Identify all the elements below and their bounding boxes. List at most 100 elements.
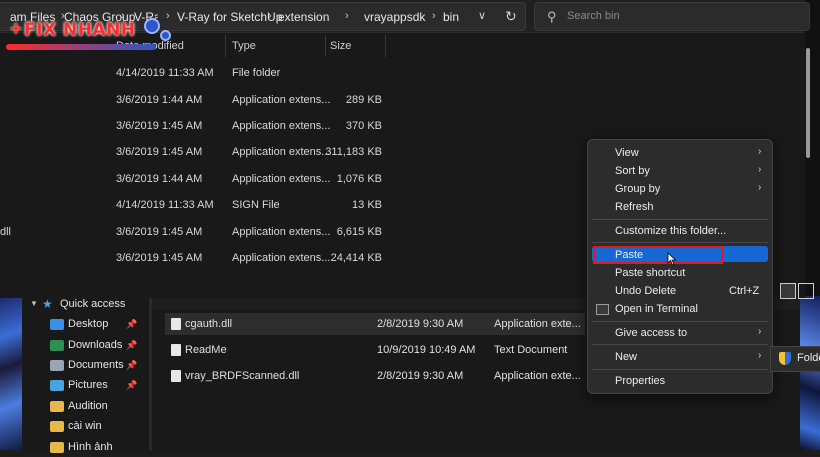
file-date: 2/8/2019 9:30 AM — [377, 370, 464, 382]
search-box[interactable]: ⚲ Search bin — [534, 2, 810, 31]
annotation-box — [593, 246, 723, 264]
file-type: File folder — [232, 67, 281, 79]
column-header-type[interactable]: Type — [232, 35, 256, 57]
file-row[interactable]: 4/14/2019 11:33 AM File folder — [0, 60, 800, 86]
chevron-down-icon[interactable]: ∨ — [478, 9, 486, 22]
quick-access-label: Quick access — [60, 298, 126, 310]
downloads-icon — [50, 340, 64, 351]
file-type: SIGN File — [232, 199, 280, 211]
file-date: 3/6/2019 1:44 AM — [116, 173, 203, 185]
file-type: Application exte... — [494, 370, 581, 382]
file-size: 311,183 KB — [325, 146, 382, 158]
sidebar-item-cai-win[interactable]: cài win — [22, 416, 148, 436]
column-divider[interactable] — [225, 35, 226, 57]
new-submenu: Folder — [770, 346, 820, 372]
file-row[interactable]: cgauth.dll 2/8/2019 9:30 AM Application … — [165, 313, 585, 335]
file-type: Application extens... — [232, 226, 331, 238]
file-date: 2/8/2019 9:30 AM — [377, 318, 464, 330]
search-icon: ⚲ — [547, 9, 557, 24]
sidebar-item-documents[interactable]: Documents 📌 — [22, 355, 148, 375]
menu-item-properties[interactable]: Properties — [615, 375, 665, 387]
file-size: 1,076 KB — [336, 173, 382, 185]
chevron-down-icon[interactable]: ▼ — [30, 294, 38, 314]
file-date: 4/14/2019 11:33 AM — [116, 199, 214, 211]
mouse-cursor-icon — [667, 252, 677, 266]
sidebar-item-label: Audition — [68, 400, 108, 412]
breadcrumb-item[interactable]: bin — [443, 10, 459, 24]
folder-icon — [50, 442, 64, 453]
pane-divider[interactable] — [149, 298, 152, 450]
menu-separator — [592, 219, 768, 220]
sidebar-item-hinh-anh[interactable]: Hình ảnh — [22, 437, 148, 457]
column-divider[interactable] — [385, 35, 386, 57]
sidebar-item-label: cài win — [68, 420, 102, 432]
folder-icon — [50, 421, 64, 432]
menu-item-new[interactable]: New — [615, 351, 637, 363]
chevron-right-icon: › — [758, 182, 762, 193]
file-name: dll — [0, 226, 12, 238]
file-row[interactable]: 3/6/2019 1:45 AM Application extens... 3… — [0, 113, 800, 139]
swoosh-decoration — [6, 44, 156, 50]
documents-icon — [50, 360, 64, 371]
menu-item-customize[interactable]: Customize this folder... — [615, 225, 726, 237]
file-type: Application extens... — [232, 120, 331, 132]
sidebar-item-downloads[interactable]: Downloads 📌 — [22, 335, 148, 355]
refresh-icon[interactable]: ↻ — [505, 8, 517, 25]
sidebar-item-label: Hình ảnh — [68, 441, 113, 453]
breadcrumb-item[interactable]: V-Ray for SketchUp — [177, 10, 282, 24]
breadcrumb-item[interactable]: vrayappsdk — [364, 10, 425, 24]
watermark-logo: + FIX NHANH — [4, 14, 174, 58]
file-row[interactable]: ReadMe 10/9/2019 10:49 AM Text Document — [165, 339, 585, 361]
sidebar-item-desktop[interactable]: Desktop 📌 — [22, 314, 148, 334]
menu-item-paste-shortcut[interactable]: Paste shortcut — [615, 267, 685, 279]
file-date: 4/14/2019 11:33 AM — [116, 67, 214, 79]
file-date: 3/6/2019 1:45 AM — [116, 146, 203, 158]
sidebar-item-audition[interactable]: Audition — [22, 396, 148, 416]
details-view-icon[interactable] — [780, 283, 796, 299]
column-header-size[interactable]: Size — [330, 35, 351, 57]
sidebar-item-pictures[interactable]: Pictures 📌 — [22, 375, 148, 395]
dll-file-icon — [171, 370, 181, 382]
menu-item-open-terminal[interactable]: Open in Terminal — [615, 303, 698, 315]
sidebar-item-label: Downloads — [68, 339, 123, 351]
file-type: Application extens... — [232, 173, 331, 185]
column-divider[interactable] — [325, 35, 326, 57]
folder-icon — [50, 401, 64, 412]
pin-icon: 📌 — [126, 340, 138, 350]
terminal-icon — [596, 304, 609, 315]
file-date: 3/6/2019 1:44 AM — [116, 94, 203, 106]
sidebar-item-label: Documents — [68, 359, 124, 371]
vertical-scrollbar[interactable] — [806, 48, 810, 158]
file-date: 3/6/2019 1:45 AM — [116, 226, 203, 238]
chevron-right-icon: › — [758, 326, 762, 337]
menu-item-sort-by[interactable]: Sort by — [615, 165, 650, 177]
chevron-right-icon: › — [345, 10, 349, 22]
file-size: 13 KB — [352, 199, 382, 211]
menu-item-refresh[interactable]: Refresh — [615, 201, 654, 213]
chevron-right-icon: › — [432, 10, 436, 22]
large-icons-view-icon[interactable] — [798, 283, 814, 299]
gear-icon — [160, 30, 171, 41]
context-menu: View › Sort by › Group by › Refresh Cust… — [587, 139, 773, 394]
menu-item-group-by[interactable]: Group by — [615, 183, 660, 195]
search-input[interactable]: Search bin — [567, 10, 620, 22]
desktop-icon — [50, 319, 64, 330]
file-date: 3/6/2019 1:45 AM — [116, 120, 203, 132]
desktop-wallpaper-right — [800, 296, 820, 450]
sidebar-item-label: Desktop — [68, 318, 109, 330]
file-row[interactable]: 3/6/2019 1:44 AM Application extens... 2… — [0, 87, 800, 113]
menu-separator — [592, 369, 768, 370]
menu-item-view[interactable]: View — [615, 147, 639, 159]
pin-icon: 📌 — [126, 360, 138, 370]
menu-item-give-access[interactable]: Give access to — [615, 327, 687, 339]
submenu-item-folder[interactable]: Folder — [797, 352, 820, 364]
pin-icon: 📌 — [126, 319, 138, 329]
menu-item-undo-delete[interactable]: Undo Delete — [615, 285, 676, 297]
file-row[interactable]: vray_BRDFScanned.dll 2/8/2019 9:30 AM Ap… — [165, 365, 585, 387]
file-type: Application extens... — [232, 146, 331, 158]
file-name: ReadMe — [185, 344, 227, 356]
star-icon: ★ — [42, 297, 53, 311]
breadcrumb-item[interactable]: extension — [278, 10, 329, 24]
chevron-right-icon: › — [268, 10, 272, 22]
file-type: Text Document — [494, 344, 568, 356]
